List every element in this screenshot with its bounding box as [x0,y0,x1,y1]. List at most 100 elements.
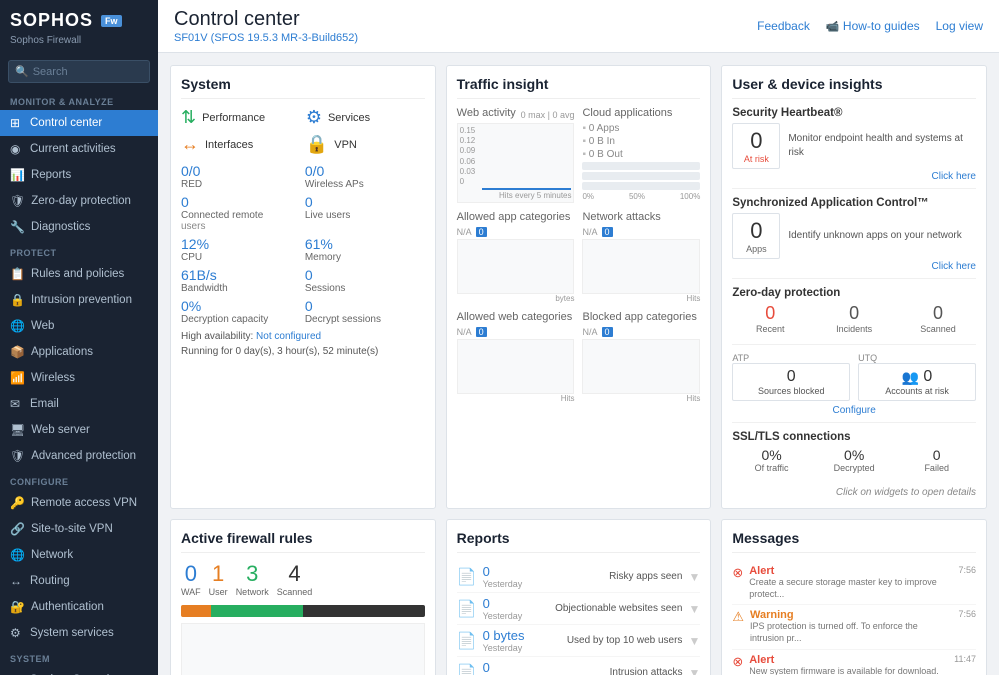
sidebar-item-advanced-protection[interactable]: 🛡 Advanced protection [0,443,158,469]
zdp-recent-value: 0 [732,303,808,324]
routing-icon: ↔ [10,574,24,588]
sidebar-item-current-activities[interactable]: ◉ Current activities [0,136,158,162]
sidebar-item-label: Authentication [31,601,104,613]
security-heartbeat-click[interactable]: Click here [732,171,976,182]
report-info-1: 0 Yesterday [483,596,550,621]
msg-alert-icon-2: ⊗ [732,654,743,670]
current-activities-icon: ◉ [10,142,24,156]
zdp-recent: 0 Recent [732,303,808,334]
sidebar-item-authentication[interactable]: 🔐 Authentication [0,594,158,620]
control-center-icon: ⊞ [10,116,24,130]
report-num-1: 0 [483,596,550,611]
allowed-app-section: Allowed app categories N/A 0 bytes [457,211,575,303]
report-num-3: 0 [483,660,604,675]
report-arrow-0[interactable]: ▼ [688,570,700,584]
configure-link[interactable]: Configure [732,405,976,416]
click-widgets-text: Click on widgets to open details [732,487,976,498]
report-arrow-1[interactable]: ▼ [688,602,700,616]
search-input[interactable] [33,66,143,78]
reports-panel: Reports 📄 0 Yesterday Risky apps seen ▼ … [446,519,712,675]
sidebar-item-system-services[interactable]: ⚙ System services [0,620,158,646]
report-date-0: Yesterday [483,579,603,589]
allowed-app-chart[interactable] [457,239,575,294]
content-grid: System ⇅ Performance ⚙ Services ↔ Interf… [158,53,999,675]
stat-bandwidth-value: 61B/s [181,267,301,283]
stat-bandwidth-label: Bandwidth [181,283,301,294]
section-system: SYSTEM [0,646,158,667]
sidebar-item-rules-policies[interactable]: 📋 Rules and policies [0,261,158,287]
blocked-app-section: Blocked app categories N/A 0 Hits [582,311,700,403]
sidebar-item-reports[interactable]: 📊 Reports [0,162,158,188]
how-to-guides-link[interactable]: 📹 How-to guides [826,19,920,33]
feedback-link[interactable]: Feedback [757,19,810,33]
zdp-incidents-value: 0 [816,303,892,324]
report-icon-1: 📄 [457,599,477,619]
sidebar-item-wireless[interactable]: 📶 Wireless [0,365,158,391]
blocked-app-chart[interactable] [582,339,700,394]
sidebar-item-site-vpn[interactable]: 🔗 Site-to-site VPN [0,516,158,542]
sidebar-item-diagnostics[interactable]: 🔧 Diagnostics [0,214,158,240]
cloud-apps-section: Cloud applications ▪ 0 Apps ▪ 0 B In ▪ 0… [582,107,700,203]
sidebar-item-remote-vpn[interactable]: 🔑 Remote access VPN [0,490,158,516]
utq-accounts-label: Accounts at risk [865,386,969,396]
system-panel: System ⇅ Performance ⚙ Services ↔ Interf… [170,65,436,509]
services-item[interactable]: ⚙ Services [306,107,425,128]
allowed-web-value: 0 [476,327,487,337]
bin-dot: ▪ [582,136,586,147]
interfaces-item[interactable]: ↔ Interfaces [181,134,300,155]
sidebar-item-network[interactable]: 🌐 Network [0,542,158,568]
msg-time-1: 7:56 [958,609,976,619]
stat-cpu-value: 12% [181,236,301,252]
sidebar-item-intrusion-prevention[interactable]: 🔒 Intrusion prevention [0,287,158,313]
vpn-item[interactable]: 🔒 VPN [306,134,425,155]
sidebar-item-web-server[interactable]: 🖥 Web server [0,417,158,443]
sidebar-item-routing[interactable]: ↔ Routing [0,568,158,594]
stat-cpu-label: CPU [181,252,301,263]
system-stats: 0/0 RED 0/0 Wireless APs 0 Connected rem… [181,163,425,325]
sidebar-item-zero-day[interactable]: 🛡 Zero-day protection [0,188,158,214]
fw-network-value: 3 [236,561,269,587]
person-icon: 👥 [902,369,919,386]
report-icon-3: 📄 [457,663,477,675]
report-icon-0: 📄 [457,567,477,587]
stat-decrypt-sessions: 0 Decrypt sessions [305,298,425,325]
sidebar-item-applications[interactable]: 📦 Applications [0,339,158,365]
ha-row: High availability: Not configured [181,331,425,342]
stat-decryption: 0% Decryption capacity [181,298,301,325]
web-icon: 🌐 [10,319,25,333]
services-icon: ⚙ [306,107,322,128]
ha-link[interactable]: Not configured [256,331,321,342]
sidebar-item-web[interactable]: 🌐 Web [0,313,158,339]
web-activity-chart[interactable]: 0.15 0.12 0.09 0.06 0.03 0 Hits every 5 … [457,123,575,203]
msg-body-0: Create a secure storage master key to im… [749,577,952,600]
fw-count-scanned: 4 Scanned [277,561,313,597]
sidebar-item-sophos-central[interactable]: ☁ Sophos Central [0,667,158,675]
report-arrow-2[interactable]: ▼ [688,634,700,648]
log-view-link[interactable]: Log view [936,19,983,33]
zero-day-icon: 🛡 [10,194,25,208]
msg-content-0: Alert Create a secure storage master key… [749,565,952,600]
network-attacks-chart[interactable] [582,239,700,294]
allowed-web-chart[interactable] [457,339,575,394]
fw-chart[interactable] [181,623,425,675]
msg-body-1: IPS protection is turned off. To enforce… [750,621,952,644]
sync-app-click[interactable]: Click here [732,261,976,272]
report-desc-2: Used by top 10 web users [567,635,683,646]
sidebar-item-email[interactable]: ✉ Email [0,391,158,417]
sidebar-item-label: Applications [31,346,93,358]
remote-vpn-icon: 🔑 [10,496,25,510]
cloud-apps-0apps: ▪ 0 Apps [582,123,700,134]
report-arrow-3[interactable]: ▼ [688,666,700,675]
user-insights-panel: User & device insights Security Heartbea… [721,65,987,509]
atp-utq-row: ATP 0 Sources blocked UTQ 👥 0 [732,353,976,401]
sidebar-search-box[interactable]: 🔍 [8,60,150,83]
services-label: Services [328,112,370,124]
section-protect: PROTECT [0,240,158,261]
advanced-icon: 🛡 [10,449,25,463]
reports-icon: 📊 [10,168,25,182]
sidebar-item-control-center[interactable]: ⊞ Control center [0,110,158,136]
stat-bandwidth: 61B/s Bandwidth [181,267,301,294]
report-item-0: 📄 0 Yesterday Risky apps seen ▼ [457,561,701,593]
security-heartbeat-row: 0 At risk Monitor endpoint health and sy… [732,123,976,169]
performance-item[interactable]: ⇅ Performance [181,107,300,128]
